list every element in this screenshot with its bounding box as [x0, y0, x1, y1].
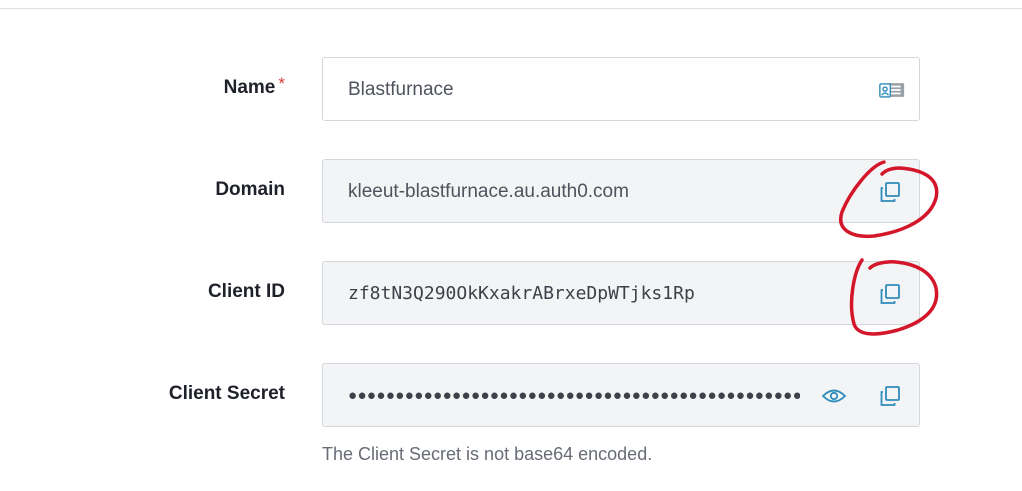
copy-client-id-icon[interactable]: [877, 281, 903, 307]
client-id-field[interactable]: zf8tN3Q290OkKxakrABrxeDpWTjks1Rp: [322, 261, 920, 325]
client-secret-field[interactable]: ●●●●●●●●●●●●●●●●●●●●●●●●●●●●●●●●●●●●●●●●…: [322, 363, 920, 427]
name-row: Name * Blastfurnace: [0, 57, 1022, 123]
client-secret-label: Client Secret: [168, 383, 285, 404]
name-label: Name *: [224, 57, 285, 123]
client-id-value[interactable]: zf8tN3Q290OkKxakrABrxeDpWTjks1Rp: [348, 262, 695, 326]
name-input-value[interactable]: Blastfurnace: [348, 58, 454, 122]
required-mark: *: [278, 74, 285, 93]
client-secret-masked-value[interactable]: ●●●●●●●●●●●●●●●●●●●●●●●●●●●●●●●●●●●●●●●●…: [348, 364, 800, 428]
contact-card-icon[interactable]: [879, 77, 905, 103]
name-label-text: Name: [223, 77, 276, 98]
domain-row: Domain kleeut-blastfurnace.au.auth0.com: [0, 159, 1022, 225]
client-secret-hint: The Client Secret is not base64 encoded.: [322, 444, 653, 464]
copy-domain-icon[interactable]: [877, 179, 903, 205]
domain-label: Domain: [215, 179, 285, 200]
client-id-row: Client ID zf8tN3Q290OkKxakrABrxeDpWTjks1…: [0, 261, 1022, 327]
client-id-label: Client ID: [207, 281, 285, 302]
domain-field[interactable]: kleeut-blastfurnace.au.auth0.com: [322, 159, 920, 223]
name-field[interactable]: Blastfurnace: [322, 57, 920, 121]
eye-icon[interactable]: [821, 383, 847, 409]
domain-value[interactable]: kleeut-blastfurnace.au.auth0.com: [348, 160, 629, 224]
top-divider: [0, 8, 1022, 9]
client-secret-row: Client Secret ●●●●●●●●●●●●●●●●●●●●●●●●●●…: [0, 363, 1022, 429]
copy-client-secret-icon[interactable]: [877, 383, 903, 409]
